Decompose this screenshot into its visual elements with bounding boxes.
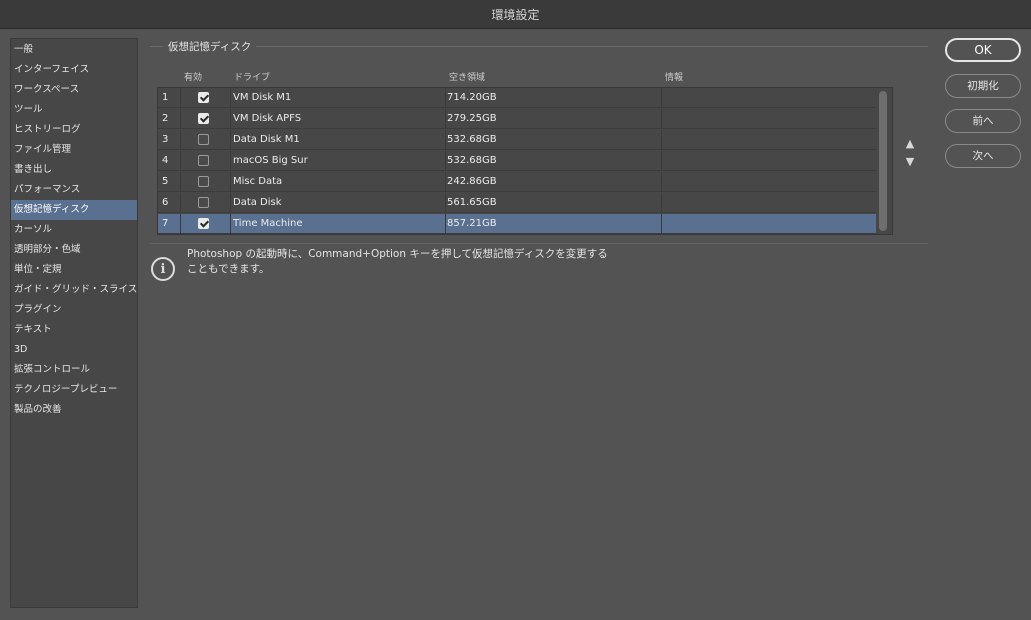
column-header-info: 情報	[665, 73, 684, 83]
sidebar-item-3d[interactable]: 3D	[11, 340, 137, 360]
section-title: 仮想記憶ディスク	[163, 39, 257, 54]
enabled-checkbox[interactable]	[198, 155, 209, 166]
window-title: 環境設定	[491, 7, 540, 22]
drive-info	[662, 172, 876, 192]
reset-button[interactable]: 初期化	[945, 74, 1021, 98]
column-header-drive: ドライブ	[234, 73, 271, 83]
row-number: 5	[158, 172, 181, 192]
move-up-arrow-icon[interactable]: ▲	[903, 137, 917, 150]
row-number: 1	[158, 88, 181, 108]
column-header-free-space: 空き領域	[449, 73, 486, 83]
sidebar-item-enhanced-controls[interactable]: 拡張コントロール	[11, 360, 137, 380]
drive-name: VM Disk APFS	[231, 109, 446, 129]
sidebar-item-performance[interactable]: パフォーマンス	[11, 180, 137, 200]
sidebar-item-interface[interactable]: インターフェイス	[11, 60, 137, 80]
enabled-checkbox[interactable]	[198, 197, 209, 208]
sidebar-item-scratch-disks[interactable]: 仮想記憶ディスク	[11, 200, 137, 220]
enabled-checkbox[interactable]	[198, 134, 209, 145]
info-message-line-1: Photoshop の起動時に、Command+Option キーを押して仮想記…	[187, 248, 608, 260]
info-message-line-2: こともできます。	[187, 263, 270, 275]
window-titlebar: 環境設定	[0, 0, 1031, 29]
sidebar-item-workspace[interactable]: ワークスペース	[11, 80, 137, 100]
ok-button[interactable]: OK	[945, 38, 1021, 62]
sidebar-item-cursors[interactable]: カーソル	[11, 220, 137, 240]
drive-info	[662, 193, 876, 213]
table-row[interactable]: 5 Misc Data 242.86GB	[158, 172, 876, 192]
row-number: 2	[158, 109, 181, 129]
free-space: 532.68GB	[446, 151, 662, 171]
sidebar-item-technology-previews[interactable]: テクノロジープレビュー	[11, 380, 137, 400]
sidebar-item-product-improvement[interactable]: 製品の改善	[11, 400, 137, 420]
table-row[interactable]: 1 VM Disk M1 714.20GB	[158, 88, 876, 108]
row-number: 6	[158, 193, 181, 213]
prev-button[interactable]: 前へ	[945, 109, 1021, 133]
table-scrollbar[interactable]	[879, 91, 887, 231]
free-space: 561.65GB	[446, 193, 662, 213]
sidebar-item-general[interactable]: 一般	[11, 40, 137, 60]
sidebar-item-plugins[interactable]: プラグイン	[11, 300, 137, 320]
next-button[interactable]: 次へ	[945, 144, 1021, 168]
enabled-checkbox[interactable]	[198, 92, 209, 103]
drive-info	[662, 130, 876, 150]
row-number: 7	[158, 214, 181, 234]
free-space: 714.20GB	[446, 88, 662, 108]
sidebar-item-file-handling[interactable]: ファイル管理	[11, 140, 137, 160]
sidebar-item-transparency-gamut[interactable]: 透明部分・色域	[11, 240, 137, 260]
enabled-checkbox[interactable]	[198, 176, 209, 187]
sidebar-item-units-rulers[interactable]: 単位・定規	[11, 260, 137, 280]
column-header-enabled: 有効	[184, 73, 203, 83]
drive-info	[662, 214, 876, 234]
scratch-disk-table: 1 VM Disk M1 714.20GB 2 VM Disk APFS 279…	[157, 87, 893, 235]
sidebar-item-guides-grid-slices[interactable]: ガイド・グリッド・スライス	[11, 280, 137, 300]
free-space: 279.25GB	[446, 109, 662, 129]
free-space: 857.21GB	[446, 214, 662, 234]
drive-name: Data Disk	[231, 193, 446, 213]
drive-name: Misc Data	[231, 172, 446, 192]
info-message: Photoshop の起動時に、Command+Option キーを押して仮想記…	[187, 247, 657, 277]
sidebar-item-type[interactable]: テキスト	[11, 320, 137, 340]
sidebar-item-export[interactable]: 書き出し	[11, 160, 137, 180]
drive-info	[662, 109, 876, 129]
drive-name: macOS Big Sur	[231, 151, 446, 171]
move-down-arrow-icon[interactable]: ▼	[903, 155, 917, 168]
enabled-checkbox[interactable]	[198, 218, 209, 229]
table-bottom-divider	[150, 243, 928, 244]
drive-name: Time Machine	[231, 214, 446, 234]
preferences-sidebar: 一般 インターフェイス ワークスペース ツール ヒストリーログ ファイル管理 書…	[10, 38, 138, 608]
free-space: 532.68GB	[446, 130, 662, 150]
drive-name: Data Disk M1	[231, 130, 446, 150]
table-row[interactable]: 3 Data Disk M1 532.68GB	[158, 130, 876, 150]
table-row[interactable]: 4 macOS Big Sur 532.68GB	[158, 151, 876, 171]
table-row[interactable]: 2 VM Disk APFS 279.25GB	[158, 109, 876, 129]
drive-info	[662, 151, 876, 171]
table-row-selected[interactable]: 7 Time Machine 857.21GB	[158, 214, 876, 234]
sidebar-item-tools[interactable]: ツール	[11, 100, 137, 120]
row-number: 3	[158, 130, 181, 150]
enabled-checkbox[interactable]	[198, 113, 209, 124]
table-row[interactable]: 6 Data Disk 561.65GB	[158, 193, 876, 213]
sidebar-item-history-log[interactable]: ヒストリーログ	[11, 120, 137, 140]
row-number: 4	[158, 151, 181, 171]
section-divider	[150, 46, 928, 47]
free-space: 242.86GB	[446, 172, 662, 192]
info-icon: i	[151, 257, 175, 281]
drive-info	[662, 88, 876, 108]
drive-name: VM Disk M1	[231, 88, 446, 108]
